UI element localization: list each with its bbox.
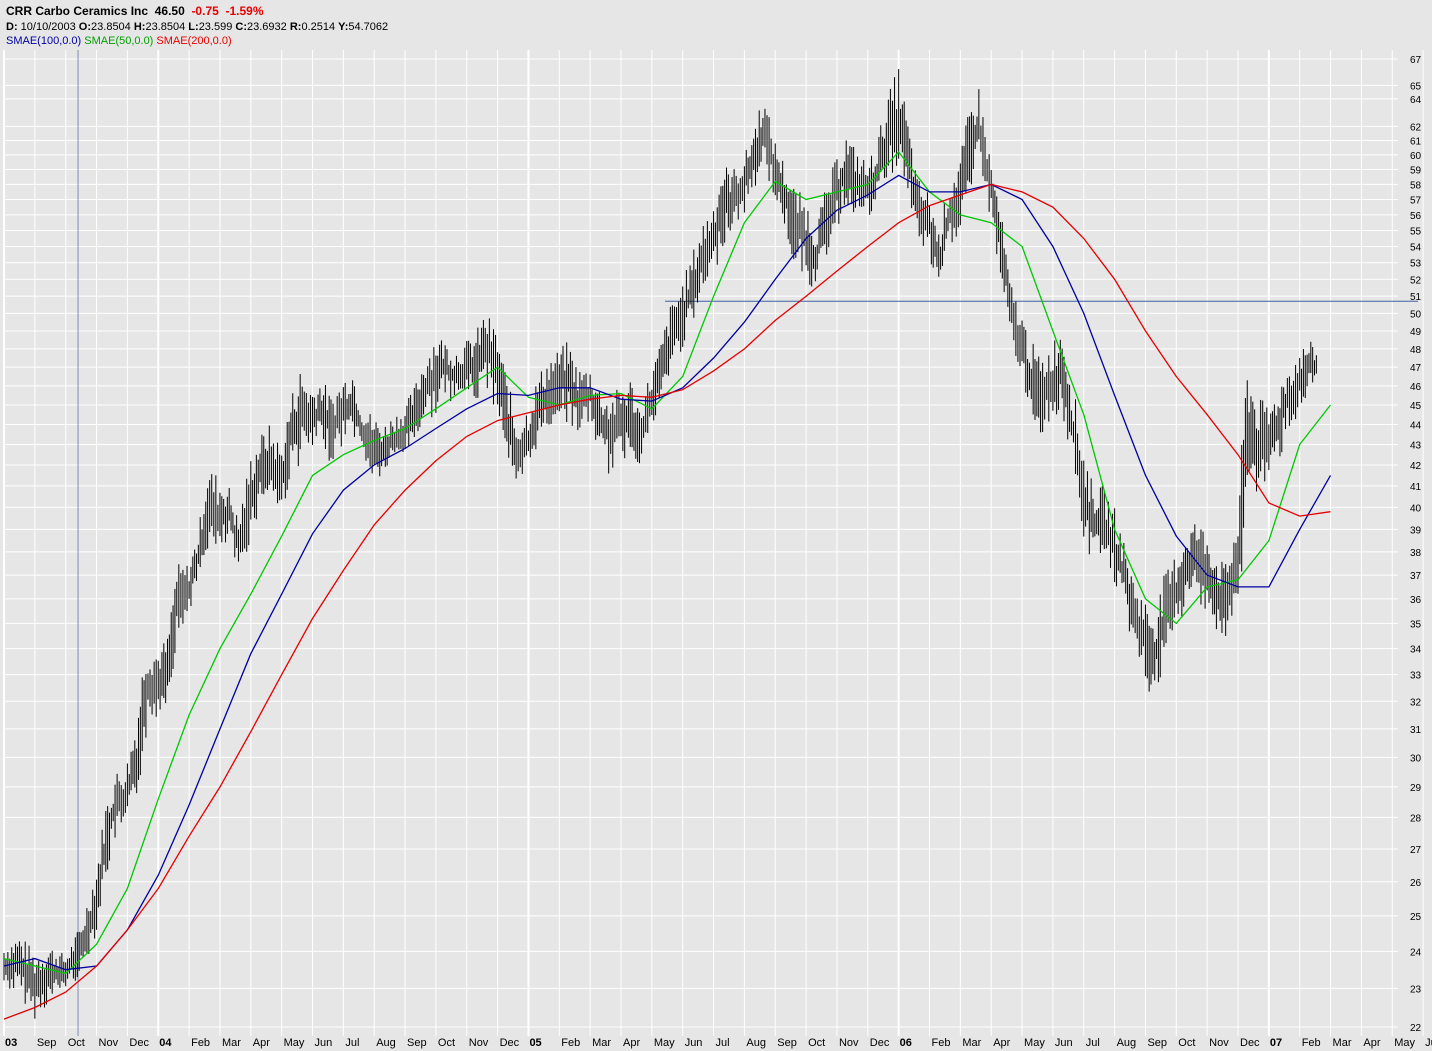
x-tick-label: Nov [839, 1037, 859, 1049]
x-tick-label: Feb [932, 1037, 951, 1049]
x-tick-label: Jun [315, 1037, 333, 1049]
y-tick-label: 30 [1410, 753, 1422, 764]
y-tick-label: 51 [1410, 292, 1422, 303]
y-tick-label: 31 [1410, 725, 1422, 736]
y-tick-label: 43 [1410, 440, 1422, 451]
x-tick-label: May [1394, 1037, 1415, 1049]
y-tick-label: 65 [1410, 81, 1422, 92]
x-tick-label: 05 [529, 1037, 541, 1049]
x-tick-label: Aug [1117, 1037, 1137, 1049]
x-tick-label: Sep [1147, 1037, 1167, 1049]
x-tick-label: Sep [407, 1037, 427, 1049]
plot-area [4, 50, 1398, 1036]
x-tick-label: 07 [1270, 1037, 1282, 1049]
x-tick-label: Nov [99, 1037, 119, 1049]
y-tick-label: 54 [1410, 242, 1422, 253]
x-tick-label: 04 [159, 1037, 172, 1049]
y-tick-label: 67 [1410, 55, 1422, 66]
y-tick-label: 24 [1410, 947, 1422, 958]
x-tick-label: Dec [129, 1037, 149, 1049]
x-tick-label: Dec [500, 1037, 520, 1049]
y-tick-label: 34 [1410, 645, 1422, 656]
y-tick-label: 57 [1410, 196, 1422, 207]
x-tick-label: Jul [1086, 1037, 1100, 1049]
x-tick-label: Dec [870, 1037, 890, 1049]
x-tick-label: Jun [1425, 1037, 1432, 1049]
y-tick-label: 56 [1410, 211, 1422, 222]
x-axis: 03 Sep Oct Nov Dec 04 Feb Mar Apr May Jun Jul Aug Sep… [5, 1037, 1432, 1049]
x-tick-label: 06 [900, 1037, 912, 1049]
x-tick-label: May [1024, 1037, 1045, 1049]
grid [3, 50, 1424, 1036]
y-tick-label: 47 [1410, 363, 1422, 374]
x-tick-label: Feb [1302, 1037, 1321, 1049]
x-tick-label: Aug [746, 1037, 766, 1049]
x-tick-label: Apr [1363, 1037, 1380, 1049]
x-tick-label: Oct [438, 1037, 455, 1049]
y-tick-label: 45 [1410, 401, 1422, 412]
y-tick-label: 28 [1410, 813, 1422, 824]
x-tick-label: Nov [469, 1037, 489, 1049]
y-tick-label: 38 [1410, 548, 1422, 559]
y-tick-label: 48 [1410, 345, 1422, 356]
x-tick-label: Sep [777, 1037, 797, 1049]
y-tick-label: 55 [1410, 227, 1422, 238]
y-tick-label: 41 [1410, 482, 1422, 493]
y-tick-label: 60 [1410, 151, 1422, 162]
y-tick-label: 44 [1410, 421, 1422, 432]
y-tick-label: 35 [1410, 619, 1422, 630]
x-tick-label: Jun [1055, 1037, 1073, 1049]
x-tick-label: Jun [685, 1037, 703, 1049]
y-tick-label: 29 [1410, 783, 1422, 794]
x-tick-label: 03 [5, 1037, 17, 1049]
y-tick-label: 32 [1410, 697, 1422, 708]
y-tick-label: 59 [1410, 166, 1422, 177]
x-tick-label: Oct [68, 1037, 85, 1049]
y-tick-label: 53 [1410, 259, 1422, 270]
x-tick-label: Mar [1333, 1037, 1352, 1049]
y-tick-label: 61 [1410, 137, 1422, 148]
y-tick-label: 25 [1410, 912, 1422, 923]
y-tick-label: 33 [1410, 671, 1422, 682]
y-tick-label: 50 [1410, 309, 1422, 320]
x-tick-label: May [284, 1037, 305, 1049]
y-tick-label: 52 [1410, 275, 1422, 286]
x-tick-label: Jul [345, 1037, 359, 1049]
x-tick-label: Nov [1209, 1037, 1229, 1049]
price-chart[interactable]: 22 23 24 25 26 27 28 29 30 31 32 33 34 35 36 37 38 39 40 41… [0, 0, 1432, 1051]
x-tick-label: Oct [808, 1037, 825, 1049]
x-tick-label: Apr [993, 1037, 1010, 1049]
y-tick-label: 58 [1410, 180, 1422, 191]
x-tick-label: Apr [623, 1037, 640, 1049]
x-tick-label: Jul [716, 1037, 730, 1049]
y-tick-label: 40 [1410, 503, 1422, 514]
x-tick-label: Aug [376, 1037, 396, 1049]
x-tick-label: Feb [191, 1037, 210, 1049]
y-tick-label: 36 [1410, 595, 1422, 606]
y-tick-label: 39 [1410, 525, 1422, 536]
y-tick-label: 37 [1410, 571, 1422, 582]
x-tick-label: Sep [37, 1037, 57, 1049]
x-tick-label: Oct [1178, 1037, 1195, 1049]
y-tick-label: 22 [1410, 1023, 1422, 1034]
y-axis: 22 23 24 25 26 27 28 29 30 31 32 33 34 35 36 37 38 39 40 41… [1410, 55, 1422, 1034]
y-tick-label: 42 [1410, 461, 1422, 472]
x-tick-label: May [654, 1037, 675, 1049]
y-tick-label: 27 [1410, 845, 1422, 856]
x-tick-label: Mar [592, 1037, 611, 1049]
x-tick-label: Feb [561, 1037, 580, 1049]
x-tick-label: Mar [962, 1037, 981, 1049]
y-tick-label: 62 [1410, 122, 1422, 133]
y-tick-label: 46 [1410, 382, 1422, 393]
x-tick-label: Dec [1240, 1037, 1260, 1049]
y-tick-label: 23 [1410, 984, 1422, 995]
x-tick-label: Mar [222, 1037, 241, 1049]
y-tick-label: 26 [1410, 878, 1422, 889]
x-tick-label: Apr [253, 1037, 270, 1049]
y-tick-label: 49 [1410, 327, 1422, 338]
y-tick-label: 64 [1410, 95, 1422, 106]
